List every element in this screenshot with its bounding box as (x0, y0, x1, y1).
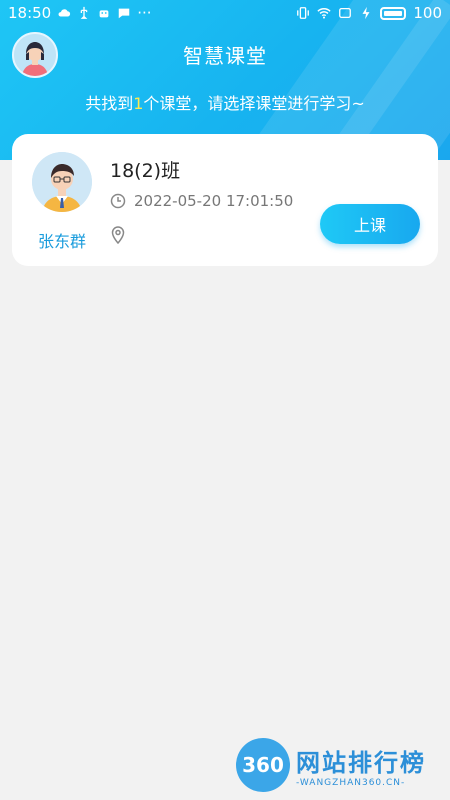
watermark-sub-text: -WANGZHAN360.CN- (296, 777, 406, 788)
status-time: 18:50 (8, 4, 52, 22)
watermark-logo: 360 (236, 738, 290, 792)
start-class-button[interactable]: 上课 (320, 204, 420, 244)
class-name: 18(2)班 (110, 160, 181, 182)
class-datetime: 2022-05-20 17:01:50 (134, 192, 294, 210)
classroom-count: 1 (133, 94, 144, 113)
location-pin-icon (111, 226, 125, 245)
watermark-main-text: 网站排行榜 (296, 748, 426, 777)
battery-icon (380, 6, 407, 20)
wifi-icon (317, 8, 331, 19)
subtitle-prefix: 共找到 (85, 94, 134, 113)
charging-icon (362, 6, 370, 20)
message-icon (118, 8, 130, 19)
site-watermark: 360 网站排行榜 -WANGZHAN360.CN- (236, 738, 426, 792)
vibrate-icon (297, 7, 310, 19)
teacher-avatar-icon (32, 152, 92, 212)
status-more: ··· (137, 4, 152, 22)
subtitle-suffix: 个课堂，请选择课堂进行学习~ (143, 94, 365, 113)
status-bar: 18:50 ··· 100 (0, 0, 450, 26)
cloud-icon (58, 9, 71, 17)
battery-level: 100 (413, 4, 442, 22)
usb-icon (80, 6, 88, 19)
teacher-name: 张东群 (37, 232, 86, 251)
page-title: 智慧课堂 (183, 44, 267, 68)
clock-icon (110, 193, 126, 209)
class-time-row: 2022-05-20 17:01:50 (110, 192, 293, 210)
teacher-avatar (32, 152, 92, 212)
class-location-row (110, 226, 126, 248)
screen-icon (339, 7, 352, 19)
classroom-card[interactable]: 张东群 18(2)班 2022-05-20 17:01:50 上课 (12, 134, 438, 266)
android-icon (99, 10, 109, 18)
classroom-count-text: 共找到1个课堂，请选择课堂进行学习~ (0, 90, 450, 114)
